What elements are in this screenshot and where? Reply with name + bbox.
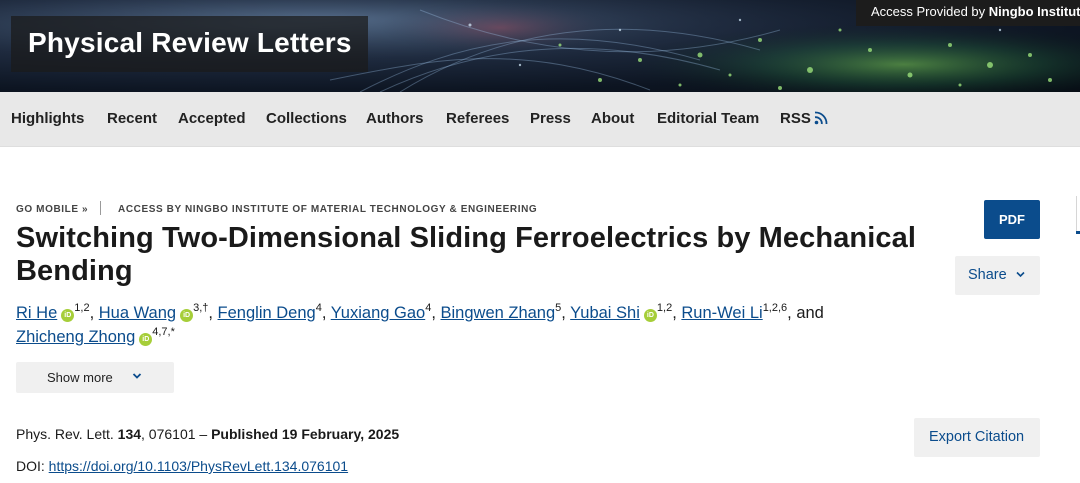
access-institution: Ningbo Institute	[988, 4, 1080, 19]
author-affiliation: 3,†	[193, 302, 209, 314]
journal-title: Physical Review Letters	[28, 27, 352, 58]
pdf-label: PDF	[999, 212, 1025, 227]
author-link[interactable]: Run-Wei Li	[681, 304, 762, 322]
article-number: , 076101 –	[141, 426, 212, 442]
main-nav: Highlights Recent Accepted Collections A…	[0, 92, 1080, 147]
author-affiliation: 4,7,*	[152, 326, 175, 338]
author-link[interactable]: Hua Wang	[99, 304, 176, 322]
journal-logo[interactable]: Physical Review Letters	[11, 16, 368, 72]
nav-authors[interactable]: Authors	[366, 110, 424, 127]
nav-collections[interactable]: Collections	[266, 110, 347, 127]
author-link[interactable]: Zhicheng Zhong	[16, 328, 135, 346]
nav-press[interactable]: Press	[530, 110, 571, 127]
access-text: Access Provided by Ningbo Institute	[871, 4, 1080, 19]
side-panel-edge	[1076, 196, 1080, 234]
chevron-down-icon	[132, 373, 142, 379]
volume: 134	[117, 426, 142, 442]
author-line-2: Zhicheng Zhong iD4,7,*	[16, 326, 175, 346]
show-more-label: Show more	[47, 370, 113, 385]
orcid-icon[interactable]: iD	[643, 309, 657, 322]
author-affiliation: 1,2	[656, 302, 673, 314]
author-link[interactable]: Bingwen Zhang	[441, 304, 556, 322]
doi-link[interactable]: https://doi.org/10.1103/PhysRevLett.134.…	[49, 458, 348, 474]
orcid-icon[interactable]: iD	[180, 309, 194, 322]
access-by-label: ACCESS BY NINGBO INSTITUTE OF MATERIAL T…	[118, 204, 538, 215]
author-affiliation: 1,2	[74, 302, 90, 314]
published-date: Published 19 February, 2025	[211, 426, 400, 442]
show-more-button[interactable]: Show more	[16, 362, 174, 393]
author-affiliation: 1,2,6	[762, 302, 788, 314]
nav-recent[interactable]: Recent	[107, 110, 157, 127]
doi-label: DOI:	[16, 458, 45, 474]
author-link[interactable]: Yuxiang Gao	[331, 304, 426, 322]
access-banner: Access Provided by Ningbo Institute	[856, 0, 1080, 26]
orcid-icon[interactable]: iD	[139, 333, 153, 346]
nav-rss[interactable]: RSS	[780, 110, 811, 127]
share-label: Share	[968, 267, 1007, 283]
journal-abbrev: Phys. Rev. Lett.	[16, 426, 114, 442]
export-citation-button[interactable]: Export Citation	[914, 418, 1040, 457]
author-list: Ri He iD1,2, Hua Wang iD3,†, Fenglin Deng4…	[16, 301, 824, 349]
doi-line: DOI: https://doi.org/10.1103/PhysRevLett…	[16, 458, 348, 474]
article-title: Switching Two-Dimensional Sliding Ferroe…	[16, 222, 917, 287]
export-citation-label: Export Citation	[929, 429, 1025, 445]
nav-highlights[interactable]: Highlights	[11, 110, 84, 127]
author-link[interactable]: Ri He	[16, 304, 57, 322]
nav-referees[interactable]: Referees	[446, 110, 509, 127]
header-banner: Physical Review Letters Access Provided …	[0, 0, 1080, 92]
author-line-1: Ri He iD1,2, Hua Wang iD3,†, Fenglin Deng4…	[16, 302, 824, 322]
nav-editorial-team[interactable]: Editorial Team	[657, 110, 759, 127]
nav-about[interactable]: About	[591, 110, 634, 127]
rss-icon[interactable]	[814, 110, 829, 125]
author-link[interactable]: Yubai Shi	[570, 304, 640, 322]
citation-line: Phys. Rev. Lett. 134, 076101 – Published…	[16, 426, 399, 442]
chevron-down-icon	[1016, 271, 1025, 278]
nav-accepted[interactable]: Accepted	[178, 110, 246, 127]
meta-separator	[100, 201, 101, 215]
author-link[interactable]: Fenglin Deng	[218, 304, 316, 322]
pdf-button[interactable]: PDF	[984, 200, 1040, 239]
share-button[interactable]: Share	[955, 256, 1040, 295]
go-mobile-link[interactable]: GO MOBILE »	[16, 204, 88, 215]
orcid-icon[interactable]: iD	[61, 309, 75, 322]
